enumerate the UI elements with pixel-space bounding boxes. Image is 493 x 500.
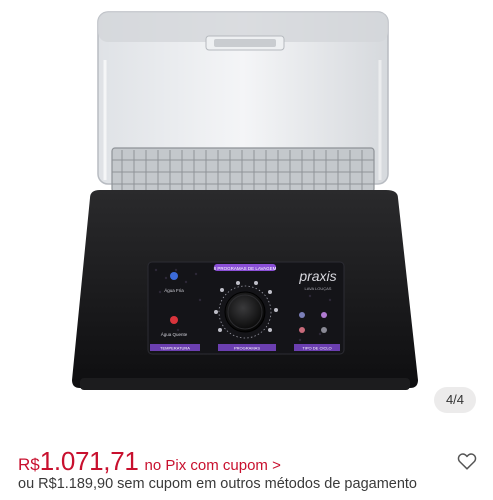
product-image-gallery[interactable]: 8 PROGRAMAS DE LAVAGEM praxis LAVA LOUÇA… xyxy=(0,0,493,420)
brand-logo: praxis xyxy=(298,268,336,284)
temperature-label: TEMPERATURA xyxy=(160,346,190,351)
programs-label: PROGRAMAS xyxy=(234,346,260,351)
favorite-button[interactable] xyxy=(456,450,478,472)
price-currency: R$ xyxy=(18,455,40,474)
image-counter: 4/4 xyxy=(434,387,476,413)
cold-water-label: Água Fria xyxy=(164,287,184,293)
price-amount: 1.071,71 xyxy=(39,446,139,476)
heart-outline-icon xyxy=(457,453,477,470)
programs-title: 8 PROGRAMAS DE LAVAGEM xyxy=(214,266,277,271)
brand-subtitle: LAVA LOUÇAS xyxy=(305,286,332,291)
pix-coupon-link[interactable]: no Pix com cupom > xyxy=(145,457,281,474)
hot-water-label: Água Quente xyxy=(161,331,188,337)
cycle-type-label: TIPO DE CICLO xyxy=(302,346,331,351)
price-row: R$ 1.071,71 no Pix com cupom > xyxy=(18,446,281,477)
alternative-price-text: ou R$1.189,90 sem cupom em outros método… xyxy=(18,476,417,492)
product-image: 8 PROGRAMAS DE LAVAGEM praxis LAVA LOUÇA… xyxy=(72,11,418,390)
